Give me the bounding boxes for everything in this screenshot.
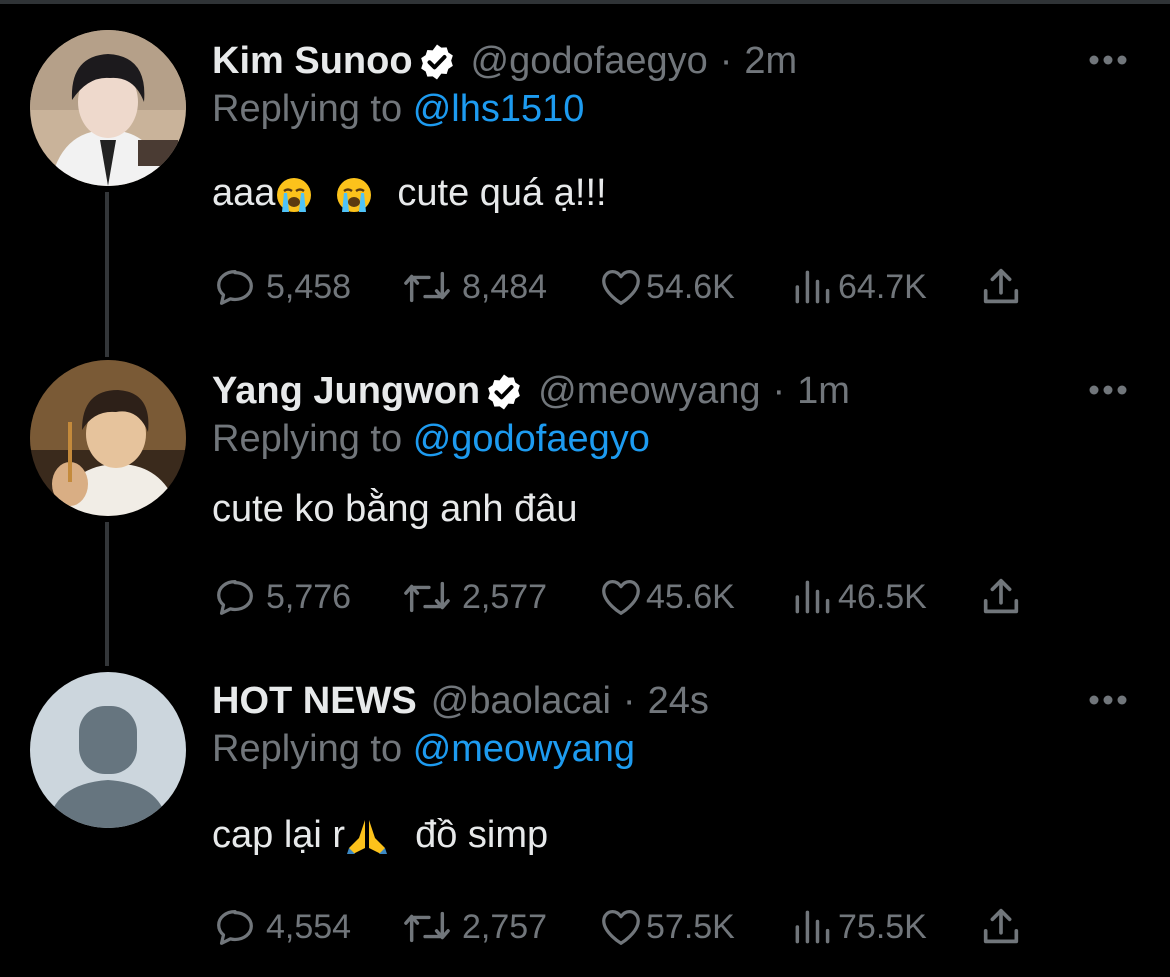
views-icon (795, 580, 830, 614)
heart-icon (602, 910, 640, 945)
view-count: 46.5K (838, 577, 927, 616)
display-name[interactable]: Yang Jungwon (212, 370, 480, 413)
default-avatar-icon (30, 672, 186, 828)
replying-to: Replying to @godofaegyo (212, 418, 650, 461)
folded-hands-icon (347, 819, 388, 854)
mention-link[interactable]: @godofaegyo (413, 418, 650, 460)
retweet-icon (404, 581, 450, 613)
more-options-icon[interactable] (1088, 694, 1128, 706)
heart-icon (602, 580, 640, 615)
views-icon (795, 270, 830, 304)
replying-to: Replying to @lhs1510 (212, 88, 584, 131)
user-handle[interactable]: @baolacai (431, 680, 611, 723)
avatar[interactable] (30, 360, 186, 516)
tweet-text-part: cap lại r (212, 814, 346, 856)
more-options-icon[interactable] (1088, 384, 1128, 396)
replying-prefix: Replying to (212, 88, 403, 130)
tweet-actions: 5,458 8,484 54.6K 64.7K (212, 262, 1042, 312)
verified-badge-icon (488, 374, 520, 409)
display-name[interactable]: HOT NEWS (212, 680, 417, 723)
reply-button[interactable]: 5,458 (212, 262, 351, 312)
reply-icon (217, 270, 253, 305)
tweet-text-part: aaa (212, 172, 276, 214)
avatar[interactable] (30, 672, 186, 828)
verified-badge-icon (420, 44, 453, 79)
share-icon (983, 908, 1019, 944)
reply-count: 5,776 (266, 577, 352, 616)
share-icon (983, 268, 1019, 304)
share-button[interactable] (978, 572, 1024, 622)
timestamp[interactable]: 2m (744, 40, 797, 83)
reply-icon (217, 910, 253, 945)
like-count: 57.5K (646, 907, 735, 946)
mention-link[interactable]: @meowyang (413, 728, 635, 770)
timestamp[interactable]: 1m (797, 370, 850, 413)
reply-icon (217, 580, 253, 615)
loudly-crying-face-icon (337, 177, 372, 212)
separator: · (719, 40, 733, 82)
retweet-count: 8,484 (462, 267, 548, 306)
views-icon (795, 910, 830, 944)
reply-button[interactable]: 4,554 (212, 902, 351, 952)
like-button[interactable]: 57.5K (598, 902, 735, 952)
view-count: 75.5K (838, 907, 927, 946)
retweet-icon (404, 271, 450, 303)
share-icon (983, 578, 1019, 614)
user-handle[interactable]: @meowyang (538, 370, 760, 413)
tweet-actions: 4,554 2,757 57.5K 75.5K (212, 902, 1042, 952)
tweet-actions: 5,776 2,577 45.6K 46.5K (212, 572, 1042, 622)
reply-count: 4,554 (266, 907, 352, 946)
replying-prefix: Replying to (212, 418, 403, 460)
tweet-text: cap lại r đồ simp (212, 814, 548, 857)
mention-link[interactable]: @lhs1510 (413, 88, 585, 130)
avatar[interactable] (30, 30, 186, 186)
retweet-button[interactable]: 2,577 (400, 572, 547, 622)
share-button[interactable] (978, 902, 1024, 952)
views-button[interactable]: 46.5K (790, 572, 927, 622)
tweet[interactable]: Kim Sunoo @godofaegyo · 2m Replying to @… (0, 0, 1170, 330)
timestamp[interactable]: 24s (648, 680, 709, 723)
retweet-button[interactable]: 8,484 (400, 262, 547, 312)
tweet[interactable]: Yang Jungwon @meowyang · 1m Replying to … (0, 330, 1170, 660)
like-button[interactable]: 45.6K (598, 572, 735, 622)
tweet-text: cute ko bằng anh đâu (212, 488, 578, 530)
reply-count: 5,458 (266, 267, 352, 306)
user-handle[interactable]: @godofaegyo (471, 40, 708, 83)
tweet-text-part: cute quá ạ!!! (397, 172, 607, 214)
heart-icon (602, 270, 640, 305)
loudly-crying-face-icon (277, 177, 312, 212)
retweet-count: 2,577 (462, 577, 548, 616)
share-button[interactable] (978, 262, 1024, 312)
retweet-count: 2,757 (462, 907, 548, 946)
replying-to: Replying to @meowyang (212, 728, 635, 771)
views-button[interactable]: 75.5K (790, 902, 927, 952)
separator: · (622, 680, 636, 722)
retweet-icon (404, 911, 450, 943)
like-button[interactable]: 54.6K (598, 262, 735, 312)
replying-prefix: Replying to (212, 728, 403, 770)
like-count: 45.6K (646, 577, 735, 616)
more-options-icon[interactable] (1088, 54, 1128, 66)
retweet-button[interactable]: 2,757 (400, 902, 547, 952)
reply-button[interactable]: 5,776 (212, 572, 351, 622)
display-name[interactable]: Kim Sunoo (212, 40, 413, 83)
views-button[interactable]: 64.7K (790, 262, 927, 312)
like-count: 54.6K (646, 267, 735, 306)
view-count: 64.7K (838, 267, 927, 306)
tweet-text-part: đồ simp (415, 814, 549, 856)
tweet-text: aaa cute quá ạ!!! (212, 172, 607, 215)
separator: · (772, 370, 786, 412)
tweet[interactable]: HOT NEWS @baolacai · 24s Replying to @me… (0, 640, 1170, 977)
